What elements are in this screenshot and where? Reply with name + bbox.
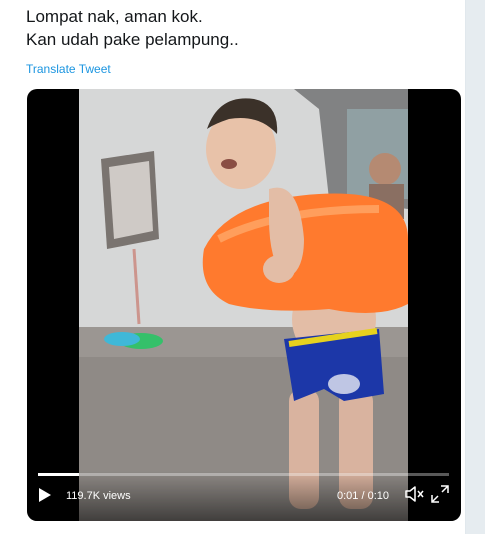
tweet-card: Lompat nak, aman kok. Kan udah pake pela… (0, 0, 466, 534)
video-time: 0:01 / 0:10 (337, 490, 389, 502)
video-still-image (79, 89, 408, 521)
video-frame[interactable] (79, 89, 408, 521)
progress-fill (38, 473, 80, 476)
progress-bar[interactable] (38, 473, 449, 476)
video-player[interactable]: 119.7K views 0:01 / 0:10 (27, 89, 461, 521)
view-count: 119.7K views (66, 490, 131, 502)
tweet-text-line-1: Lompat nak, aman kok. (26, 7, 203, 26)
video-controls: 119.7K views 0:01 / 0:10 (27, 471, 461, 521)
fullscreen-icon[interactable] (431, 485, 449, 508)
tweet-text: Lompat nak, aman kok. Kan udah pake pela… (26, 5, 239, 51)
translate-tweet-link[interactable]: Translate Tweet (26, 62, 111, 76)
tweet-text-line-2: Kan udah pake pelampung.. (26, 30, 239, 49)
volume-icon[interactable] (404, 485, 424, 508)
play-icon[interactable] (38, 487, 52, 508)
